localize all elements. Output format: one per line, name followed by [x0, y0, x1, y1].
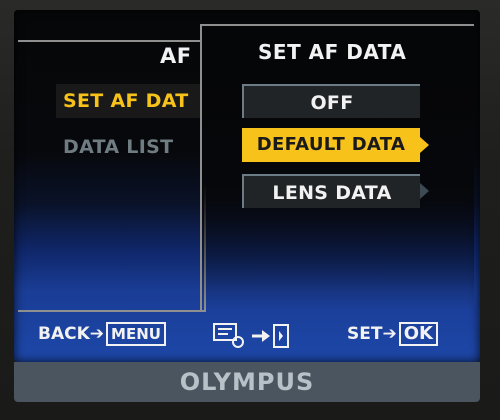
af-data-settings-icon	[213, 323, 289, 348]
ok-button-icon: OK	[398, 322, 438, 346]
back-label: BACK	[38, 324, 90, 344]
set-hint: SET➔ OK	[347, 322, 438, 346]
set-af-data-panel	[200, 24, 474, 310]
option-default-data[interactable]: DEFAULT DATA	[242, 128, 420, 162]
menu-item-data-list[interactable]: DATA LIST	[63, 136, 173, 158]
arrow-right-icon: ➔	[89, 324, 105, 344]
menu-item-set-af-data[interactable]: SET AF DAT	[56, 84, 202, 118]
chevron-right-icon	[420, 137, 429, 153]
af-menu-title: AF	[160, 44, 192, 68]
af-data-hint	[212, 320, 294, 355]
set-label: SET	[347, 324, 383, 344]
back-hint: BACK➔ MENU	[38, 322, 166, 346]
brand-logo: OLYMPUS	[179, 368, 315, 396]
af-menu-panel	[18, 40, 206, 312]
option-lens-data[interactable]: LENS DATA	[242, 174, 420, 208]
arrow-right-icon: ➔	[382, 324, 397, 344]
submenu-title: SET AF DATA	[258, 40, 407, 64]
brand-strip: OLYMPUS	[14, 362, 480, 402]
option-off[interactable]: OFF	[242, 84, 420, 118]
menu-item-label: SET AF DAT	[63, 90, 189, 112]
menu-button-icon: MENU	[106, 322, 166, 346]
chevron-right-icon	[420, 183, 429, 199]
